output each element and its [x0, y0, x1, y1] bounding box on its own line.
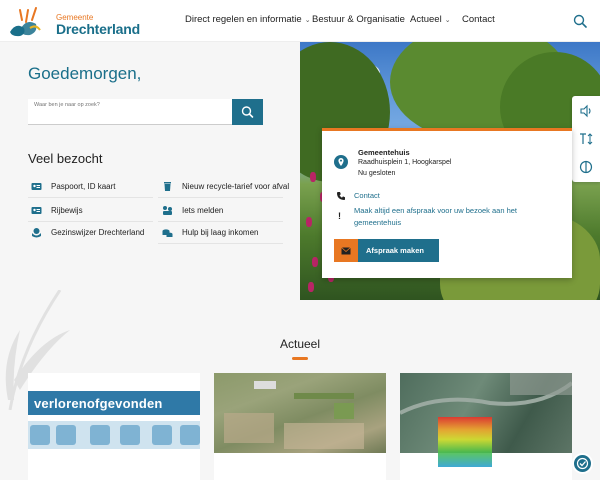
- quick-link-rijbewijs[interactable]: Rijbewijs: [31, 205, 83, 216]
- title-accent-bar: [292, 357, 308, 360]
- id-card-icon: [31, 183, 42, 190]
- quick-link-iets-melden[interactable]: Iets melden: [162, 205, 223, 216]
- id-card-icon: [31, 207, 42, 214]
- divider: [158, 221, 283, 222]
- quick-link-label: Gezinswijzer Drechterland: [51, 228, 145, 237]
- quick-link-paspoort[interactable]: Paspoort, ID kaart: [31, 181, 115, 192]
- afspraak-maken-button[interactable]: Afspraak maken: [334, 239, 439, 262]
- search-icon[interactable]: [573, 14, 587, 28]
- nav-label: Contact: [462, 14, 495, 25]
- ring-icon: [90, 425, 110, 445]
- quick-link-label: Paspoort, ID kaart: [51, 182, 116, 191]
- nav-actueel[interactable]: Actueel ⌄: [410, 14, 451, 25]
- nav-contact[interactable]: Contact: [462, 14, 495, 25]
- family-icon: [32, 228, 41, 238]
- trash-icon: [164, 182, 171, 191]
- location-pin-icon: [334, 155, 348, 169]
- quick-link-label: Hulp bij laag inkomen: [182, 228, 259, 237]
- gemeentehuis-card: Gemeentehuis Raadhuisplein 1, Hoogkarspe…: [322, 128, 572, 278]
- icon-strip: [28, 421, 200, 449]
- lost-item-icon: [30, 425, 50, 445]
- info-exclamation-icon: !: [338, 211, 341, 221]
- news-card-aerial-photo[interactable]: [214, 373, 386, 480]
- coins-icon: [162, 229, 173, 237]
- nav-label: Actueel: [410, 14, 442, 25]
- divider: [28, 197, 153, 198]
- lost-item-icon: [120, 425, 140, 445]
- nav-label: Direct regelen en informatie: [185, 14, 302, 25]
- search-button[interactable]: [232, 99, 263, 125]
- quick-link-laag-inkomen[interactable]: Hulp bij laag inkomen: [162, 227, 259, 238]
- news-card-aerial-heatmap[interactable]: [400, 373, 572, 480]
- logo-title: Drechterland: [56, 21, 140, 37]
- appointment-info-line: Maak altijd een afspraak voor uw bezoek …: [354, 206, 518, 215]
- veel-bezocht-title: Veel bezocht: [28, 151, 103, 166]
- phone-icon: [337, 192, 345, 200]
- site-logo[interactable]: Gemeente Drechterland: [6, 4, 140, 38]
- envelope-icon: [334, 239, 358, 262]
- search-bar: [28, 99, 263, 125]
- appointment-info-link[interactable]: Maak altijd een afspraak voor uw bezoek …: [354, 205, 517, 229]
- search-input[interactable]: [28, 99, 232, 125]
- chevron-down-icon: ⌄: [444, 17, 451, 24]
- wallet-icon: [152, 425, 172, 445]
- button-label: Afspraak maken: [366, 246, 424, 255]
- search-icon: [241, 106, 254, 118]
- nav-label: Bestuur & Organisatie: [312, 14, 405, 25]
- divider: [158, 243, 283, 244]
- brand-banner: verlorenofgevonden: [28, 391, 200, 415]
- municipality-emblem-icon: [10, 7, 41, 37]
- accessibility-icon: [576, 457, 589, 470]
- quick-link-gezinswijzer[interactable]: Gezinswijzer Drechterland: [31, 227, 144, 238]
- quick-link-label: Iets melden: [182, 206, 224, 215]
- actueel-title: Actueel: [279, 337, 321, 351]
- nav-bestuur-organisatie[interactable]: Bestuur & Organisatie: [312, 14, 405, 25]
- chevron-down-icon: ⌄: [304, 17, 311, 24]
- quick-link-recycle-tarief[interactable]: Nieuw recycle-tarief voor afval: [162, 181, 289, 192]
- contact-link[interactable]: Contact: [354, 190, 380, 202]
- location-address: Raadhuisplein 1, Hoogkarspel: [358, 159, 452, 166]
- greeting: Goedemorgen,: [28, 64, 142, 83]
- accessibility-toolbar: [572, 96, 600, 182]
- accessibility-button[interactable]: [572, 453, 593, 474]
- news-card-verloren-of-gevonden[interactable]: verlorenofgevonden: [28, 373, 200, 480]
- quick-link-label: Nieuw recycle-tarief voor afval: [182, 182, 290, 191]
- opening-status: Nu gesloten: [358, 170, 396, 177]
- lost-item-icon: [180, 425, 200, 445]
- report-icon: [163, 206, 172, 215]
- location-title: Gemeentehuis: [358, 148, 410, 157]
- quick-link-label: Rijbewijs: [51, 206, 83, 215]
- divider: [158, 197, 283, 198]
- divider: [28, 221, 153, 222]
- contrast-icon[interactable]: [579, 160, 593, 174]
- site-header: Gemeente Drechterland Direct regelen en …: [0, 0, 600, 42]
- aerial-photo: [214, 373, 386, 453]
- text-size-icon[interactable]: [579, 132, 593, 146]
- heatmap-overlay: [438, 417, 492, 467]
- speaker-icon[interactable]: [579, 104, 593, 118]
- lost-item-icon: [56, 425, 76, 445]
- nav-direct-regelen[interactable]: Direct regelen en informatie ⌄: [185, 14, 311, 25]
- appointment-info-line: gemeentehuis: [354, 218, 402, 227]
